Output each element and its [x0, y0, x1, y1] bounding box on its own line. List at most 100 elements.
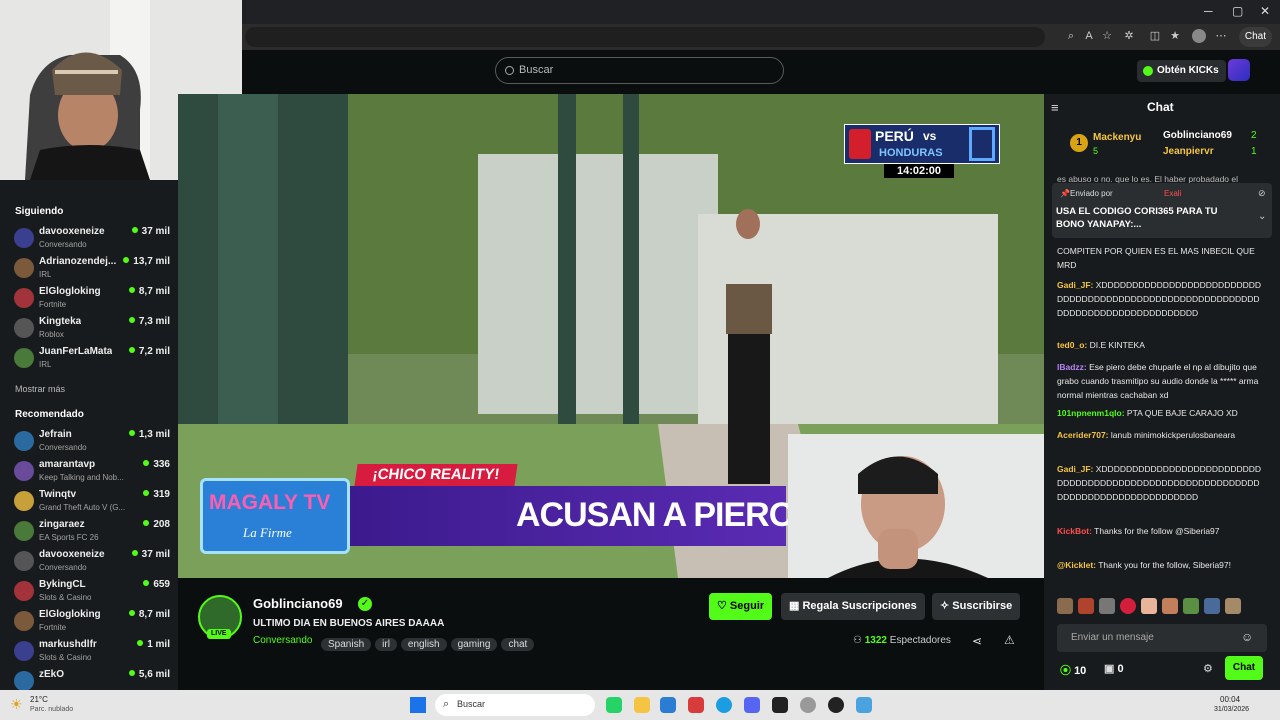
- copilot-icon[interactable]: [660, 697, 676, 713]
- show-more-link[interactable]: Mostrar más: [15, 384, 65, 394]
- chat-input[interactable]: Enviar un mensaje ☺: [1057, 624, 1267, 652]
- whatsapp-icon[interactable]: [606, 697, 622, 713]
- user-avatar[interactable]: [1228, 59, 1250, 81]
- follow-button[interactable]: ♡ Seguir: [709, 593, 773, 620]
- sidebar-channel[interactable]: Adrianozendej... IRL 13,7 mil: [14, 256, 170, 282]
- chat-username[interactable]: KickBot:: [1057, 526, 1092, 536]
- obs-icon[interactable]: [800, 697, 816, 713]
- address-bar[interactable]: [245, 27, 1045, 47]
- emote-bar[interactable]: [1057, 598, 1265, 618]
- discord-icon[interactable]: [744, 697, 760, 713]
- report-icon[interactable]: ⚠: [1004, 633, 1015, 647]
- stream-category[interactable]: Conversando: [253, 635, 312, 646]
- sidebar-channel[interactable]: Kingteka Roblox 7,3 mil: [14, 316, 170, 342]
- sidebar-channel[interactable]: BykingCL Slots & Casino 659: [14, 579, 170, 605]
- chat-username[interactable]: Acerider707:: [1057, 430, 1109, 440]
- expand-pinned-icon[interactable]: ⌄: [1258, 211, 1266, 222]
- taskbar-search-label: Buscar: [457, 699, 486, 709]
- notepad-icon[interactable]: [856, 697, 872, 713]
- sidebar-channel[interactable]: zingaraez EA Sports FC 26 208: [14, 519, 170, 545]
- chat-username[interactable]: Gadi_JF:: [1057, 280, 1093, 290]
- chat-message: 101npnenm1qlo: PTA QUE BAJE CARAJO XD: [1057, 406, 1262, 420]
- maximize-icon[interactable]: ▢: [1232, 4, 1243, 18]
- weather-temp: 21°C: [30, 695, 48, 704]
- channel-avatar: [14, 551, 34, 571]
- chat-text: PTA QUE BAJE CARAJO XD: [1126, 408, 1238, 418]
- mail-icon[interactable]: [688, 697, 704, 713]
- app-icon[interactable]: [828, 697, 844, 713]
- channel-avatar: [14, 491, 34, 511]
- sidebar-channel[interactable]: davooxeneize Conversando 37 mil: [14, 226, 170, 252]
- chat-username[interactable]: ted0_o:: [1057, 340, 1087, 350]
- file-explorer-icon[interactable]: [634, 697, 650, 713]
- sidebar-channel[interactable]: amarantavp Keep Talking and Nob... 336: [14, 459, 170, 485]
- pinned-user: Exali: [1164, 189, 1182, 198]
- chat-username[interactable]: @Kicklet:: [1057, 560, 1096, 570]
- leader-3-count: 1: [1251, 146, 1257, 157]
- copilot-chat-button[interactable]: Chat: [1238, 27, 1272, 47]
- chat-username[interactable]: 101npnenm1qlo:: [1057, 408, 1125, 418]
- channel-category: IRL: [39, 360, 52, 369]
- share-icon[interactable]: ⋖: [972, 634, 982, 648]
- viewer-count: 336: [143, 459, 170, 470]
- leader-1-count: 5: [1093, 146, 1099, 156]
- viewer-count: 319: [143, 489, 170, 500]
- collapse-chat-icon[interactable]: ≡: [1051, 100, 1059, 115]
- minimize-icon[interactable]: ─: [1204, 4, 1213, 18]
- gift-icon: ▦: [789, 600, 803, 612]
- viewer-count: 659: [143, 579, 170, 590]
- video-player[interactable]: PERÚ vs HONDURAS 14:02:00 ¡CHICO REALITY…: [178, 94, 1044, 578]
- channel-name: Kingteka: [39, 316, 82, 327]
- channel-avatar: [14, 258, 34, 278]
- close-icon[interactable]: ✕: [1260, 4, 1270, 18]
- pinned-text: USA EL CODIGO CORI365 PARA TU BONO YANAP…: [1056, 206, 1218, 230]
- chat-panel: ≡ Chat 1 Mackenyu 5 Goblinciano69 2 Jean…: [1044, 94, 1280, 690]
- gift-count[interactable]: ▣ 0: [1104, 662, 1124, 675]
- favorites-icon[interactable]: ★: [1168, 29, 1182, 43]
- sidebar-channel[interactable]: ElGlogloking Fortnite 8,7 mil: [14, 609, 170, 635]
- edge-icon[interactable]: [716, 697, 732, 713]
- emoji-picker-icon[interactable]: ☺: [1241, 630, 1253, 644]
- extensions-icon[interactable]: ✲: [1122, 29, 1136, 43]
- taskbar-search[interactable]: ⌕ Buscar: [435, 694, 595, 716]
- pinned-by-label: Enviado por: [1070, 189, 1113, 198]
- sidebar-channel[interactable]: Twinqtv Grand Theft Auto V (G... 319: [14, 489, 170, 515]
- channel-name[interactable]: Goblinciano69: [253, 596, 343, 611]
- more-menu-icon[interactable]: ⋯: [1214, 29, 1228, 43]
- stream-tag[interactable]: chat: [501, 638, 535, 651]
- star-icon: ✧: [940, 600, 953, 612]
- stream-tag[interactable]: gaming: [450, 638, 498, 651]
- sidebar-channel[interactable]: Jefrain Conversando 1,3 mil: [14, 429, 170, 455]
- weather-desc: Parc. nublado: [30, 706, 74, 713]
- unpin-icon[interactable]: ⊘: [1258, 188, 1266, 199]
- send-chat-button[interactable]: Chat: [1225, 656, 1263, 680]
- stream-tag[interactable]: Spanish: [321, 638, 372, 651]
- chat-settings-icon[interactable]: ⚙: [1203, 662, 1213, 675]
- gift-subs-button[interactable]: ▦ Regala Suscripciones: [781, 593, 925, 620]
- viewer-count: 208: [143, 519, 170, 530]
- terminal-icon[interactable]: [772, 697, 788, 713]
- chat-username[interactable]: Gadi_JF:: [1057, 464, 1093, 474]
- viewer-count: 1 mil: [137, 639, 170, 650]
- read-aloud-icon[interactable]: A: [1082, 29, 1096, 43]
- stream-tag[interactable]: english: [400, 638, 447, 651]
- start-icon[interactable]: [410, 697, 426, 713]
- leader-2-name: Goblinciano69: [1163, 130, 1232, 141]
- stream-tag[interactable]: irl: [375, 638, 397, 651]
- profile-icon[interactable]: [1192, 29, 1206, 43]
- sidebar-channel[interactable]: ElGlogloking Fortnite 8,7 mil: [14, 286, 170, 312]
- sidebar-channel[interactable]: markushdlfr Slots & Casino 1 mil: [14, 639, 170, 665]
- scoreboard-time: 14:02:00: [884, 164, 954, 178]
- get-kicks-button[interactable]: Obtén KICKs: [1137, 60, 1226, 82]
- favorite-star-icon[interactable]: ☆: [1100, 29, 1114, 43]
- sidebar-channel[interactable]: JuanFerLaMata IRL 7,2 mil: [14, 346, 170, 372]
- subscribe-button[interactable]: ✧ Suscribirse: [932, 593, 1021, 620]
- zoom-icon[interactable]: ⌕: [1064, 29, 1078, 43]
- logo-sub: La Firme: [243, 525, 292, 540]
- pinned-message[interactable]: 📌 Enviado por Exali ⊘ USA EL CODIGO CORI…: [1052, 183, 1272, 238]
- sidebar-channel[interactable]: davooxeneize Conversando 37 mil: [14, 549, 170, 575]
- channel-points[interactable]: ⦿ 10: [1060, 662, 1086, 678]
- split-screen-icon[interactable]: ◫: [1148, 29, 1162, 43]
- chat-username[interactable]: lBadzz:: [1057, 362, 1087, 372]
- search-input[interactable]: Buscar: [495, 57, 784, 84]
